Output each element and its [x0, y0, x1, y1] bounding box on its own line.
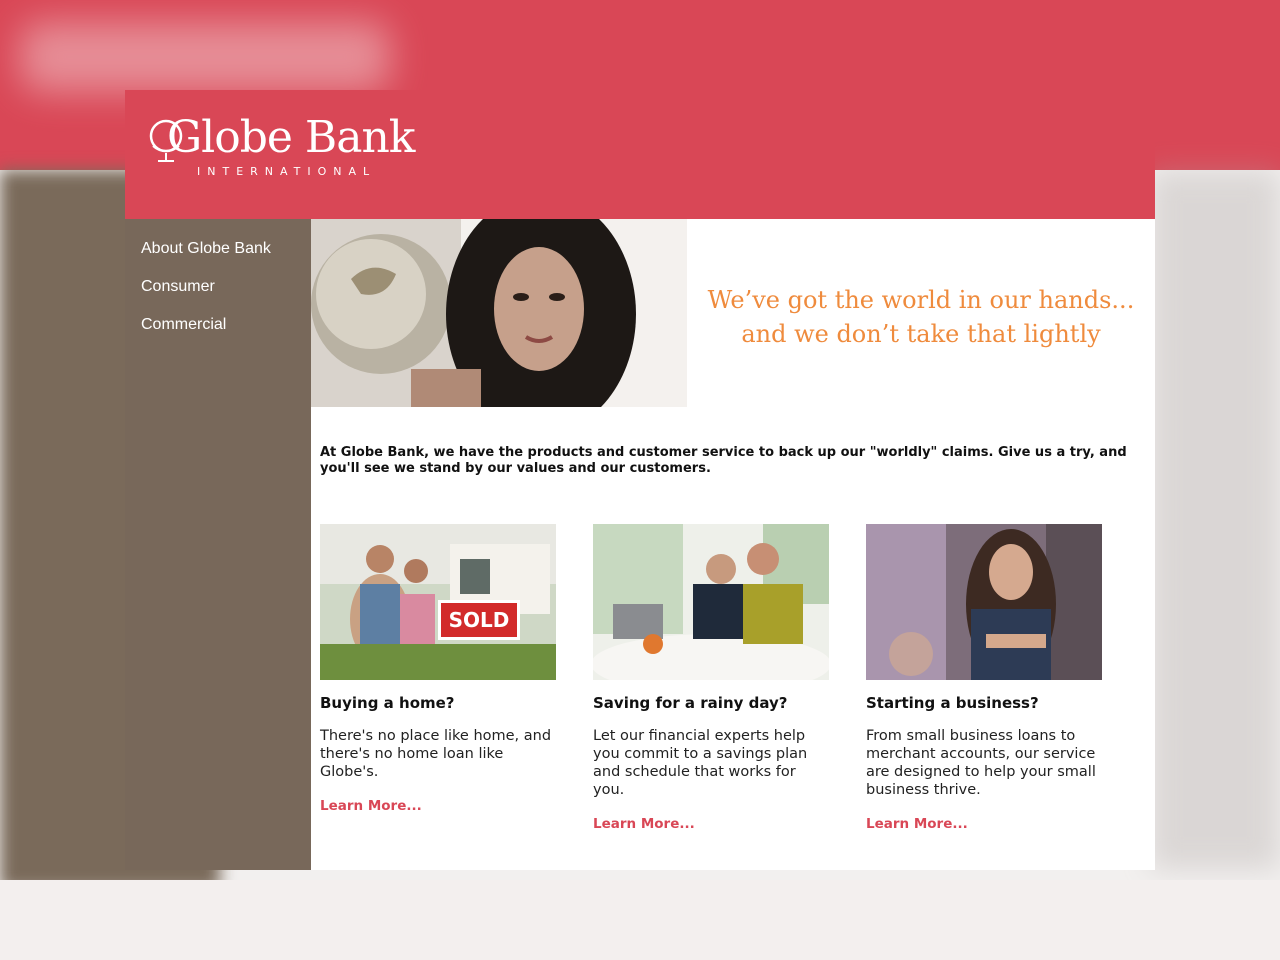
logo-title: Globe Bank: [167, 112, 415, 163]
card-body: There's no place like home, and there's …: [320, 728, 552, 780]
nav-list: About Globe Bank Consumer Commercial: [125, 219, 311, 344]
learn-more-link-savings[interactable]: Learn More...: [593, 816, 695, 832]
card-savings: Saving for a rainy day? Let our financia…: [593, 524, 829, 832]
card-body: From small business loans to merchant ac…: [866, 728, 1096, 798]
card-photo-art: [866, 524, 1102, 680]
hero-tagline-line1: We’ve got the world in our hands...: [707, 286, 1135, 314]
card-photo-art: [593, 524, 829, 680]
backdrop-right-shadow: [1150, 170, 1280, 870]
logo-subtitle: INTERNATIONAL: [197, 165, 377, 178]
hero-photo-art: [311, 219, 687, 407]
card-title: Saving for a rainy day?: [593, 694, 788, 712]
couple-with-laptop-photo: [593, 524, 829, 680]
globe-bank-logo[interactable]: Globe Bank INTERNATIONAL: [147, 110, 447, 190]
backdrop-logo-blur: [20, 22, 390, 92]
hero-tagline-line2: and we don’t take that lightly: [741, 320, 1101, 348]
hero-tagline: We’ve got the world in our hands... and …: [687, 283, 1155, 351]
sidebar-item-about[interactable]: About Globe Bank: [125, 230, 311, 268]
salon-owner-photo: [866, 524, 1102, 680]
family-sold-home-photo: SOLD: [320, 524, 556, 680]
card-title: Starting a business?: [866, 694, 1039, 712]
sidebar-item-commercial[interactable]: Commercial: [125, 306, 311, 344]
sold-sign: SOLD: [438, 600, 520, 640]
main-content: We’ve got the world in our hands... and …: [311, 219, 1155, 870]
sidebar-item-consumer[interactable]: Consumer: [125, 268, 311, 306]
webpage-window: Globe Bank INTERNATIONAL About Globe Ban…: [125, 90, 1155, 870]
woman-holding-globe-photo: [311, 219, 687, 407]
learn-more-link-business[interactable]: Learn More...: [866, 816, 968, 832]
card-home-loan: SOLD Buying a home? There's no place lik…: [320, 524, 556, 814]
card-title: Buying a home?: [320, 694, 455, 712]
learn-more-link-home[interactable]: Learn More...: [320, 798, 422, 814]
hero-banner: We’ve got the world in our hands... and …: [311, 219, 1155, 407]
sidebar-nav: About Globe Bank Consumer Commercial: [125, 219, 311, 870]
backdrop-bottom: [0, 880, 1280, 960]
card-business: Starting a business? From small business…: [866, 524, 1102, 832]
intro-paragraph: At Globe Bank, we have the products and …: [320, 445, 1127, 476]
card-body: Let our financial experts help you commi…: [593, 728, 808, 798]
site-header: Globe Bank INTERNATIONAL: [125, 90, 1155, 219]
